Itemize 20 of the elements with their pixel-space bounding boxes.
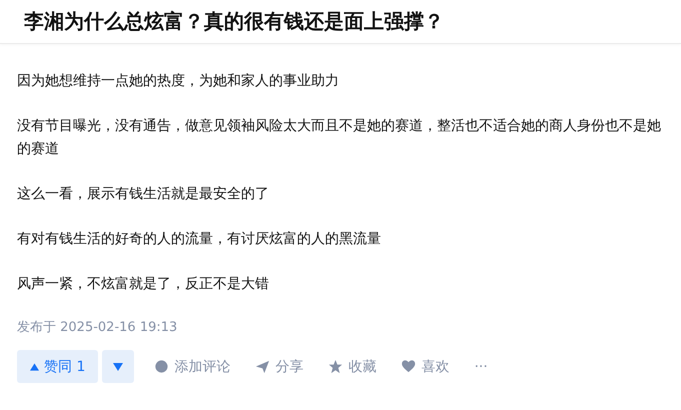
heart-icon: [401, 359, 416, 374]
upvote-button[interactable]: 赞同 1: [17, 350, 98, 383]
answer-paragraph: 有对有钱生活的好奇的人的流量，有讨厌炫富的人的黑流量: [17, 230, 382, 249]
answer-paragraph: 这么一看，展示有钱生活就是最安全的了: [17, 185, 270, 204]
paper-plane-icon: [255, 359, 270, 374]
triangle-down-icon: [113, 362, 124, 370]
answer-paragraph: 没有节目曝光，没有通告，做意见领袖风险太大而且不是她的赛道，整活也不适合她的商人身份也不是她的赛道: [17, 117, 662, 159]
like-button[interactable]: 喜欢: [401, 358, 450, 376]
collect-button[interactable]: 收藏: [328, 358, 376, 376]
answer-paragraph: 因为她想维持一点她的热度，为她和家人的事业助力: [17, 72, 340, 91]
downvote-button[interactable]: [102, 350, 134, 383]
comment-icon: [154, 359, 170, 374]
star-icon: [328, 359, 344, 374]
publish-time: 发布于 2025-02-16 19:13: [17, 319, 178, 337]
more-button[interactable]: ···: [474, 358, 488, 374]
share-button[interactable]: 分享: [255, 358, 304, 376]
question-title: 李湘为什么总炫富？真的很有钱还是面上强撑？: [24, 8, 445, 35]
triangle-up-icon: [30, 362, 39, 370]
answer-paragraph: 风声一紧，不炫富就是了，反正不是大错: [17, 275, 270, 294]
comment-button[interactable]: 添加评论: [154, 358, 230, 376]
